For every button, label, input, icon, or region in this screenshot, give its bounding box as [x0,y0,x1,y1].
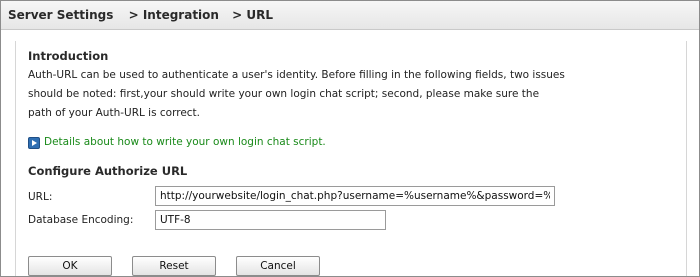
intro-title: Introduction [28,49,109,63]
header-bar: Server Settings > Integration > URL [1,1,699,30]
ok-button[interactable]: OK [28,256,112,276]
reset-button[interactable]: Reset [132,256,216,276]
breadcrumb-integration[interactable]: > Integration [129,8,219,22]
window-frame: Server Settings > Integration > URL Intr… [0,0,700,277]
encoding-input[interactable] [155,210,386,230]
breadcrumb-server-settings[interactable]: Server Settings [8,8,113,22]
breadcrumb: Server Settings > Integration > URL [8,8,275,22]
breadcrumb-url: > URL [232,8,274,22]
intro-line-2: should be noted: first,your should write… [28,88,540,100]
encoding-label: Database Encoding: [28,214,134,226]
cancel-button[interactable]: Cancel [236,256,320,276]
play-icon [28,137,40,149]
intro-line-3: path of your Auth-URL is correct. [28,107,201,119]
configure-title: Configure Authorize URL [28,164,188,178]
url-label: URL: [28,191,53,203]
intro-line-1: Auth-URL can be used to authenticate a u… [28,69,565,81]
url-input[interactable] [155,186,555,206]
details-link[interactable]: Details about how to write your own logi… [44,136,326,148]
